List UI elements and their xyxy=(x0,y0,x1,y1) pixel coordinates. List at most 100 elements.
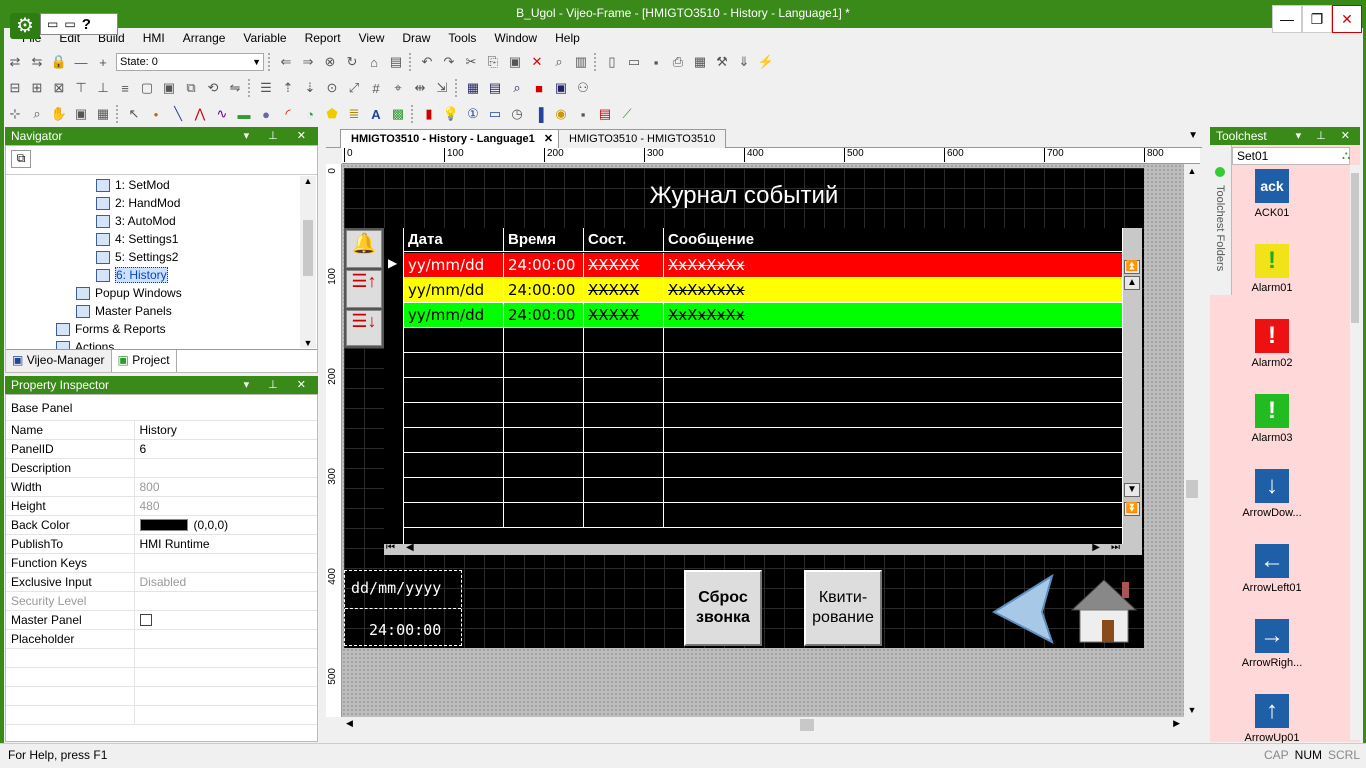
menu-variable[interactable]: Variable xyxy=(234,31,295,45)
canvas-horizontal-scrollbar[interactable]: ◀ ▶ xyxy=(342,717,1184,733)
plus-icon[interactable]: + xyxy=(94,53,112,71)
toolchest-scrollbar[interactable] xyxy=(1350,165,1360,740)
scroll-right-icon[interactable]: ▶ xyxy=(1092,542,1100,553)
distribute-icon[interactable]: ≡ xyxy=(116,79,134,97)
toolchest-item[interactable]: → ArrowRigh... xyxy=(1232,619,1312,669)
camera-icon[interactable]: ▪ xyxy=(574,105,592,123)
tab-vijeo-manager[interactable]: ▣ Vijeo-Manager xyxy=(6,350,112,372)
align-left-icon[interactable]: ⊟ xyxy=(6,79,24,97)
tree-item[interactable]: 1: SetMod xyxy=(6,176,302,194)
tree-item[interactable]: 6: History xyxy=(6,266,302,284)
document-icon[interactable]: ▤ xyxy=(387,53,405,71)
lamp-icon[interactable]: 💡 xyxy=(442,105,460,123)
toolbar-grip[interactable] xyxy=(248,79,253,97)
set-selector[interactable]: Set01 xyxy=(1232,147,1350,165)
property-row[interactable]: Description xyxy=(6,458,317,478)
curve-icon[interactable]: ∿ xyxy=(213,105,231,123)
polyline-icon[interactable]: ⋀ xyxy=(191,105,209,123)
panel-controls[interactable]: ▾ ⊥ ✕ xyxy=(1296,127,1356,145)
reset-alarm-button[interactable]: Сброс звонка xyxy=(684,570,762,646)
layers-icon[interactable]: ☰ xyxy=(257,79,275,97)
color-swatch[interactable] xyxy=(139,519,188,532)
spacing-icon[interactable]: ⇹ xyxy=(411,79,429,97)
align-top-icon[interactable]: ⊤ xyxy=(72,79,90,97)
master-panel-checkbox[interactable] xyxy=(139,614,152,627)
refresh-icon[interactable]: ↻ xyxy=(343,53,361,71)
stop-icon[interactable]: ⊗ xyxy=(321,53,339,71)
scroll-right-icon[interactable]: ▶ xyxy=(1173,718,1180,729)
list-view-icon[interactable]: ▤ xyxy=(486,79,504,97)
property-row[interactable]: Security Level xyxy=(6,591,317,611)
table-row[interactable]: yy/mm/dd 24:00:00 XXXXX XxXxXxXx xyxy=(404,253,1122,278)
size-icon[interactable]: ⇲ xyxy=(433,79,451,97)
pan-tool-icon[interactable]: ✋ xyxy=(50,105,68,123)
menu-hmi[interactable]: HMI xyxy=(134,31,174,45)
table-row[interactable] xyxy=(404,328,1122,353)
tree-item[interactable]: 2: HandMod xyxy=(6,194,302,212)
property-row[interactable]: Exclusive Input Disabled xyxy=(6,572,317,592)
align-center-icon[interactable]: ⊞ xyxy=(28,79,46,97)
table-row[interactable]: yy/mm/dd 24:00:00 XXXXX XxXxXxXx xyxy=(404,303,1122,328)
pointer-icon[interactable]: ↖ xyxy=(125,105,143,123)
property-row[interactable]: Placeholder xyxy=(6,629,317,649)
ungroup-icon[interactable]: ▣ xyxy=(160,79,178,97)
order-icon[interactable]: ⧉ xyxy=(182,79,200,97)
panel-view-icon[interactable]: ▦ xyxy=(464,79,482,97)
toolchest-folders-tab[interactable]: Toolchest Folders xyxy=(1210,145,1232,295)
property-row[interactable]: Function Keys xyxy=(6,553,317,573)
build-icon[interactable]: ⚒ xyxy=(713,53,731,71)
print-icon[interactable]: ⎙ xyxy=(669,53,687,71)
property-row[interactable]: PublishTo HMI Runtime xyxy=(6,534,317,554)
disconnect-icon[interactable]: ⇆ xyxy=(28,53,46,71)
select-tool-icon[interactable]: ⊹ xyxy=(6,105,24,123)
table-row[interactable] xyxy=(404,453,1122,478)
align-right-icon[interactable]: ⊠ xyxy=(50,79,68,97)
layer-up-icon[interactable]: ⇡ xyxy=(279,79,297,97)
gear-icon[interactable]: ⚙ xyxy=(10,13,40,39)
scroll-bottom-icon[interactable]: ⏬ xyxy=(1124,502,1140,516)
property-value[interactable] xyxy=(134,610,317,630)
scroll-first-icon[interactable]: ⏮ xyxy=(386,542,395,553)
bargraph-icon[interactable]: ▐ xyxy=(530,105,548,123)
table-row[interactable] xyxy=(404,403,1122,428)
image-icon[interactable]: ▩ xyxy=(389,105,407,123)
property-row[interactable] xyxy=(6,686,317,706)
toolbar-grip[interactable] xyxy=(409,53,414,71)
property-value[interactable] xyxy=(134,667,317,687)
line-icon[interactable]: ╲ xyxy=(169,105,187,123)
property-row[interactable]: Width 800 xyxy=(6,477,317,497)
menu-arrange[interactable]: Arrange xyxy=(174,31,235,45)
back-arrow-icon[interactable] xyxy=(992,574,1054,644)
property-row[interactable] xyxy=(6,705,317,725)
cut-icon[interactable]: ✂ xyxy=(462,53,480,71)
menu-help[interactable]: Help xyxy=(546,31,589,45)
text-icon[interactable]: A xyxy=(367,105,385,123)
toolchest-tree-icon[interactable]: ⛬ xyxy=(1342,148,1350,163)
tree-item[interactable]: Popup Windows xyxy=(6,284,302,302)
new-icon[interactable]: ▯ xyxy=(603,53,621,71)
toolbar-grip[interactable] xyxy=(268,53,273,71)
property-value[interactable]: 480 xyxy=(134,496,317,516)
alarm-history-table[interactable]: ▶ Дата Время Сост. Сообщение yy/mm/dd 24:… xyxy=(384,228,1142,555)
alarm-icon[interactable]: ■ xyxy=(530,79,548,97)
property-row[interactable]: Back Color (0,0,0) xyxy=(6,515,317,535)
tree-item[interactable]: 3: AutoMod xyxy=(6,212,302,230)
toolchest-item[interactable]: ← ArrowLeft01 xyxy=(1232,544,1312,594)
trend-icon[interactable]: ⟋ xyxy=(618,105,636,123)
property-value[interactable] xyxy=(134,648,317,668)
property-row[interactable] xyxy=(6,667,317,687)
scroll-up-icon[interactable]: ▲ xyxy=(300,176,316,186)
toolbar-grip[interactable] xyxy=(455,79,460,97)
property-value[interactable] xyxy=(134,591,317,611)
property-value[interactable]: HMI Runtime xyxy=(134,534,317,554)
home-icon[interactable]: ⌂ xyxy=(365,53,383,71)
copy-icon[interactable]: ⎘ xyxy=(484,53,502,71)
column-header-time[interactable]: Время xyxy=(504,228,584,251)
replace-icon[interactable]: ▥ xyxy=(572,53,590,71)
table-row[interactable]: yy/mm/dd 24:00:00 XXXXX XxXxXxXx xyxy=(404,278,1122,303)
toolbar-grip[interactable] xyxy=(116,105,121,123)
fit-icon[interactable]: ⤢ xyxy=(345,79,363,97)
tree-item[interactable]: Forms & Reports xyxy=(6,320,302,338)
property-value[interactable]: 6 xyxy=(134,439,317,459)
toolchest-item[interactable]: ! Alarm02 xyxy=(1232,319,1312,369)
